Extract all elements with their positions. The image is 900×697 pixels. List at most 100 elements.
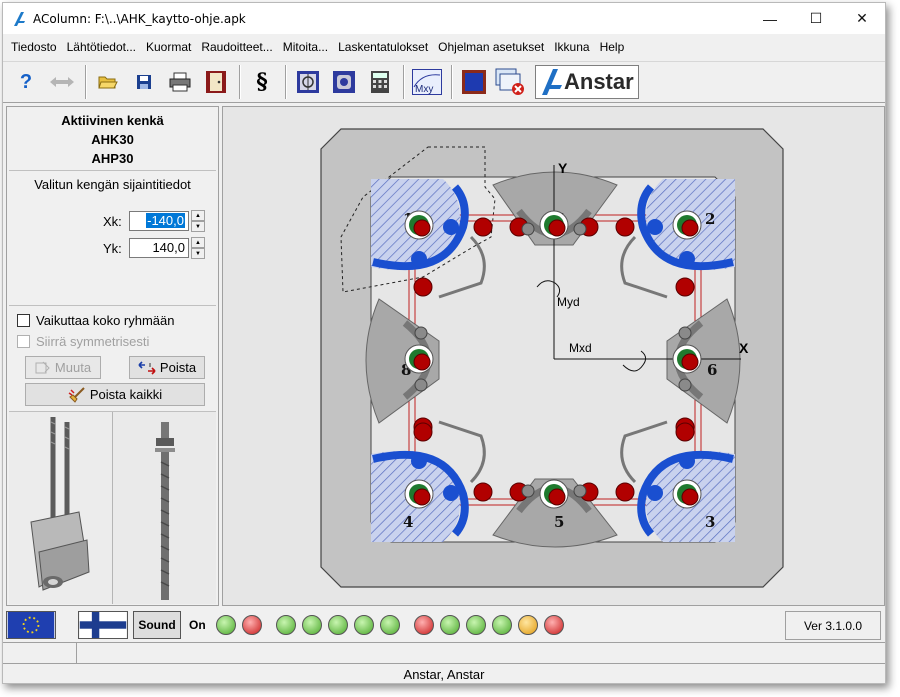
xk-up-arrow-icon[interactable]: ▲ (191, 210, 205, 221)
yk-up-arrow-icon[interactable]: ▲ (191, 237, 205, 248)
shoe-label-3: 3 (705, 513, 715, 531)
anstar-mark-icon (542, 69, 562, 95)
gray-bolt (678, 378, 692, 392)
close-button[interactable]: ✕ (839, 3, 885, 34)
eu-flag-button[interactable] (6, 610, 56, 639)
toolbar-separator (239, 65, 241, 99)
menu-raudoitteet[interactable]: Raudoitteet... (196, 40, 277, 54)
menu-ikkuna[interactable]: Ikkuna (549, 40, 594, 54)
gray-bolt (414, 326, 428, 340)
regulations-button[interactable]: § (247, 67, 277, 97)
column-section-button[interactable] (293, 67, 323, 97)
rebar (413, 219, 431, 237)
shoe-label-6: 6 (707, 361, 717, 379)
menu-tiedosto[interactable]: Tiedosto (6, 40, 62, 54)
window-button[interactable] (459, 67, 489, 97)
sound-button[interactable]: Sound (133, 610, 181, 639)
yk-spinner[interactable]: ▲ ▼ (191, 237, 205, 259)
modify-button[interactable]: Muuta (25, 356, 101, 379)
menu-ohjelman-asetukset[interactable]: Ohjelman asetukset (433, 40, 549, 54)
save-button[interactable] (129, 67, 159, 97)
close-windows-button[interactable] (495, 67, 525, 97)
status-led-red (543, 614, 564, 635)
left-panel: Aktiivinen kenkä AHK30 AHP30 Valitun ken… (6, 106, 219, 606)
window-title: AColumn: F:\..\AHK_kaytto-ohje.apk (33, 11, 246, 26)
help-icon: ? (19, 70, 33, 93)
app-window: AColumn: F:\..\AHK_kaytto-ohje.apk — ☐ ✕… (2, 2, 886, 684)
delete-all-button[interactable]: Poista kaikki (25, 383, 205, 406)
blue-bolt (443, 485, 459, 501)
rebar (615, 217, 635, 237)
folder-open-icon (98, 76, 118, 89)
calculator-button[interactable] (365, 67, 395, 97)
moment-x-label: Mxd (569, 341, 592, 355)
xk-spinner[interactable]: ▲ ▼ (191, 210, 205, 232)
active-shoe-type-2: AHP30 (91, 151, 134, 166)
mxy-chart-icon: Mxy (412, 69, 442, 95)
rebar (413, 422, 433, 442)
menu-bar: Tiedosto Lähtötiedot... Kuormat Raudoitt… (3, 36, 885, 58)
status-led-green (327, 614, 348, 635)
move-symmetric-checkbox[interactable]: Siirrä symmetrisesti (17, 334, 149, 349)
delete-label: Poista (159, 360, 197, 375)
gray-bolt (573, 484, 587, 498)
status-cell (3, 643, 77, 663)
status-led-green (301, 614, 322, 635)
rebar (675, 422, 695, 442)
xk-down-arrow-icon[interactable]: ▼ (191, 221, 205, 232)
column-drawing-canvas[interactable]: Y X Myd Mxd 1 2 3 4 5 6 7 8 (222, 106, 885, 606)
calculator-icon (371, 71, 389, 93)
cross-section-button[interactable] (329, 67, 359, 97)
move-button[interactable] (47, 67, 77, 97)
print-button[interactable] (165, 67, 195, 97)
floppy-disk-icon (137, 75, 151, 89)
rebar (473, 482, 493, 502)
blue-bolt (679, 251, 695, 267)
blue-bolt (647, 485, 663, 501)
rebar (413, 488, 431, 506)
menu-laskentatulokset[interactable]: Laskentatulokset (333, 40, 433, 54)
status-led-red (413, 614, 434, 635)
checkbox-box[interactable] (17, 335, 30, 348)
help-button[interactable]: ? (11, 67, 41, 97)
status-led-green (379, 614, 400, 635)
menu-lahtotiedot[interactable]: Lähtötiedot... (62, 40, 141, 54)
checkbox-box[interactable] (17, 314, 30, 327)
menu-mitoita[interactable]: Mitoita... (278, 40, 333, 54)
xk-input[interactable]: -140,0 (129, 211, 189, 231)
menu-kuormat[interactable]: Kuormat (141, 40, 196, 54)
yk-down-arrow-icon[interactable]: ▼ (191, 248, 205, 259)
active-shoe-title: Aktiivinen kenkä (61, 113, 164, 128)
mxy-button[interactable]: Mxy (411, 67, 443, 97)
toolbar-separator (285, 65, 287, 99)
open-button[interactable] (93, 67, 123, 97)
product-image-area (9, 411, 216, 604)
minimize-button[interactable]: — (747, 3, 793, 34)
menu-help[interactable]: Help (595, 40, 630, 54)
column-section-icon (297, 71, 319, 93)
column-plan-drawing[interactable]: Y X Myd Mxd 1 2 3 4 5 6 7 8 (223, 107, 884, 605)
delete-button[interactable]: Poista (129, 356, 205, 379)
close-windows-icon (495, 68, 524, 95)
status-led-green (465, 614, 486, 635)
svg-text:Mxy: Mxy (415, 84, 433, 95)
status-led-green (353, 614, 374, 635)
title-bar: AColumn: F:\..\AHK_kaytto-ohje.apk — ☐ ✕ (3, 3, 885, 34)
status-row: Sound On Ver 3.1.0.0 (3, 607, 885, 642)
rebar (413, 277, 433, 297)
exit-door-button[interactable] (201, 67, 231, 97)
status-led-green (439, 614, 460, 635)
yk-row: Yk: 140,0 ▲ ▼ (103, 237, 205, 259)
yk-input[interactable]: 140,0 (129, 238, 189, 258)
status-leds (215, 614, 570, 635)
status-led-red (241, 614, 262, 635)
gray-bolt (678, 326, 692, 340)
anstar-logo: Anstar (535, 65, 639, 99)
anstar-wordmark: Anstar (564, 69, 634, 94)
move-symmetric-label: Siirrä symmetrisesti (36, 334, 150, 349)
affects-group-checkbox[interactable]: Vaikuttaa koko ryhmään (17, 313, 175, 328)
maximize-button[interactable]: ☐ (793, 3, 839, 34)
shoe-label-4: 4 (403, 513, 413, 531)
printer-icon (169, 72, 191, 92)
finnish-flag-button[interactable] (78, 610, 128, 639)
